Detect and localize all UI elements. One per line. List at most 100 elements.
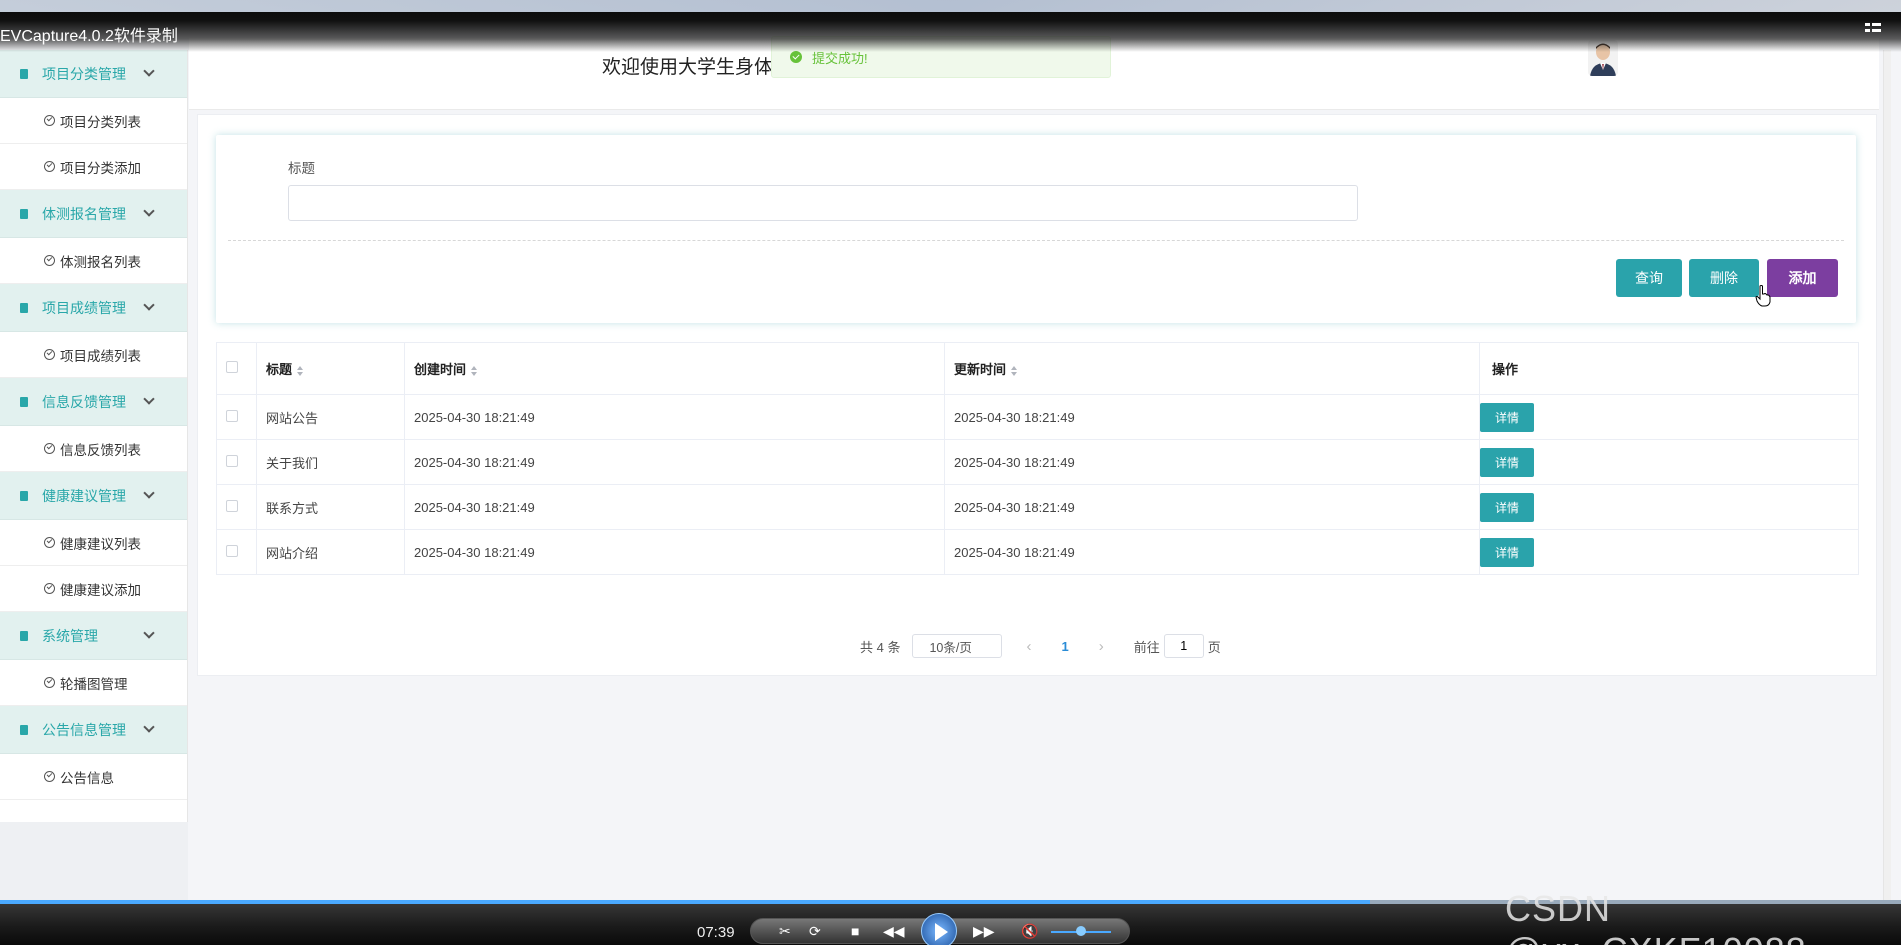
sidebar-group[interactable]: 项目分类管理: [0, 50, 187, 98]
fast-forward-icon[interactable]: ▶▶: [973, 923, 995, 940]
sidebar-item[interactable]: 轮播图管理: [0, 660, 187, 706]
refresh-icon[interactable]: ⟳: [809, 923, 821, 940]
sidebar-item-label: 项目分类添加: [60, 160, 141, 176]
check-circle-icon: [44, 771, 55, 782]
table-row: 网站公告 2025-04-30 18:21:49 2025-04-30 18:21:…: [216, 394, 1859, 440]
sidebar-item[interactable]: 公告信息: [0, 754, 187, 800]
row-updated-time: 2025-04-30 18:21:49: [944, 394, 1480, 440]
sidebar-item-label: 体测报名列表: [60, 254, 141, 270]
sidebar-group-label: 健康建议管理: [42, 487, 126, 504]
row-title: 网站公告: [256, 394, 405, 440]
table-row: 网站介绍 2025-04-30 18:21:49 2025-04-30 18:21:…: [216, 529, 1859, 575]
column-header-action: 操作: [1479, 342, 1859, 395]
sidebar-item-label: 健康建议列表: [60, 536, 141, 552]
goto-page-input[interactable]: [1163, 634, 1204, 658]
page-scrollbar[interactable]: [1883, 50, 1891, 902]
sort-icon[interactable]: [296, 365, 304, 376]
sidebar-item[interactable]: 信息反馈列表: [0, 426, 187, 472]
detail-button[interactable]: 详情: [1480, 492, 1534, 522]
rewind-icon[interactable]: ◀◀: [883, 923, 905, 940]
sidebar-item-label: 信息反馈列表: [60, 442, 141, 458]
row-created-time: 2025-04-30 18:21:49: [404, 394, 945, 440]
play-icon[interactable]: [921, 913, 957, 945]
sidebar-group[interactable]: 项目成绩管理: [0, 284, 187, 332]
volume-knob[interactable]: [1076, 926, 1086, 936]
prev-page-icon[interactable]: ‹: [1026, 638, 1031, 655]
recorder-menu-icon[interactable]: [1865, 22, 1881, 36]
row-title: 关于我们: [256, 439, 405, 485]
sidebar-group[interactable]: 信息反馈管理: [0, 378, 187, 426]
mute-icon[interactable]: 🔇: [1021, 923, 1038, 940]
row-select-cell: [216, 439, 257, 485]
sidebar-item-label: 健康建议添加: [60, 582, 141, 598]
sidebar-item-label: 项目分类列表: [60, 114, 141, 130]
sidebar-group[interactable]: 健康建议管理: [0, 472, 187, 520]
chevron-down-icon: [143, 393, 155, 405]
sort-icon[interactable]: [1010, 365, 1018, 376]
sidebar-group-label: 项目成绩管理: [42, 299, 126, 316]
row-action-cell: 详情: [1479, 439, 1859, 485]
row-checkbox[interactable]: [226, 544, 238, 557]
sidebar-item[interactable]: 体测报名列表: [0, 238, 187, 284]
data-table: 标题 创建时间 更新时间 操作 网站公告 2025-04-30 18:21:49 2…: [216, 342, 1859, 575]
sidebar-item[interactable]: 项目分类列表: [0, 98, 187, 144]
recorder-title-bar: EVCapture4.0.2软件录制: [0, 0, 1901, 52]
column-updated-label: 更新时间: [954, 362, 1007, 377]
sidebar-item-label: 轮播图管理: [60, 676, 128, 692]
row-checkbox[interactable]: [226, 454, 238, 467]
sidebar-group-label: 公告信息管理: [42, 721, 126, 738]
row-updated-time: 2025-04-30 18:21:49: [944, 529, 1480, 575]
background-taskbar-strip: [0, 0, 1901, 12]
check-circle-icon: [44, 349, 55, 360]
column-header-title[interactable]: 标题: [256, 342, 405, 395]
check-circle-icon: [44, 537, 55, 548]
add-button[interactable]: 添加: [1767, 259, 1838, 297]
hand-cursor-icon: [1755, 285, 1771, 307]
success-check-icon: [790, 51, 802, 63]
detail-button[interactable]: 详情: [1480, 402, 1534, 432]
document-icon: [20, 68, 28, 79]
column-header-updated[interactable]: 更新时间: [944, 342, 1480, 395]
select-all-cell: [216, 342, 257, 395]
row-title: 联系方式: [256, 484, 405, 530]
row-action-cell: 详情: [1479, 484, 1859, 530]
sidebar-group[interactable]: 体测报名管理: [0, 190, 187, 238]
check-circle-icon: [44, 161, 55, 172]
document-icon: [20, 302, 28, 313]
delete-button[interactable]: 删除: [1689, 259, 1759, 297]
chevron-down-icon: [143, 299, 155, 311]
sort-icon[interactable]: [470, 365, 478, 376]
search-title-label: 标题: [288, 161, 315, 176]
search-title-input[interactable]: [288, 185, 1358, 221]
row-checkbox[interactable]: [226, 409, 238, 422]
table-row: 关于我们 2025-04-30 18:21:49 2025-04-30 18:21:…: [216, 439, 1859, 485]
sidebar-item[interactable]: 项目成绩列表: [0, 332, 187, 378]
page-size-select[interactable]: 10条/页: [912, 634, 1003, 658]
sidebar-group[interactable]: 公告信息管理: [0, 706, 187, 754]
table-header-row: 标题 创建时间 更新时间 操作: [216, 342, 1859, 395]
row-updated-time: 2025-04-30 18:21:49: [944, 439, 1480, 485]
row-checkbox[interactable]: [226, 499, 238, 512]
sidebar-item[interactable]: 项目分类添加: [0, 144, 187, 190]
check-circle-icon: [44, 255, 55, 266]
sidebar-item[interactable]: 健康建议添加: [0, 566, 187, 612]
sidebar-item[interactable]: 健康建议列表: [0, 520, 187, 566]
next-page-icon[interactable]: ›: [1099, 638, 1104, 655]
page-number-current[interactable]: 1: [1061, 639, 1068, 654]
check-circle-icon: [44, 677, 55, 688]
select-all-checkbox[interactable]: [226, 361, 238, 373]
document-icon: [20, 630, 28, 641]
stop-icon[interactable]: ■: [851, 923, 859, 939]
query-button[interactable]: 查询: [1616, 259, 1682, 297]
chevron-down-icon: [143, 65, 155, 77]
sidebar-group[interactable]: 系统管理: [0, 612, 187, 660]
detail-button[interactable]: 详情: [1480, 447, 1534, 477]
detail-button[interactable]: 详情: [1480, 537, 1534, 567]
chevron-down-icon: [143, 627, 155, 639]
column-action-label: 操作: [1492, 362, 1519, 377]
column-header-created[interactable]: 创建时间: [404, 342, 945, 395]
row-action-cell: 详情: [1479, 394, 1859, 440]
scissors-icon[interactable]: ✂: [779, 923, 791, 940]
sidebar-group-label: 信息反馈管理: [42, 393, 126, 410]
row-created-time: 2025-04-30 18:21:49: [404, 484, 945, 530]
